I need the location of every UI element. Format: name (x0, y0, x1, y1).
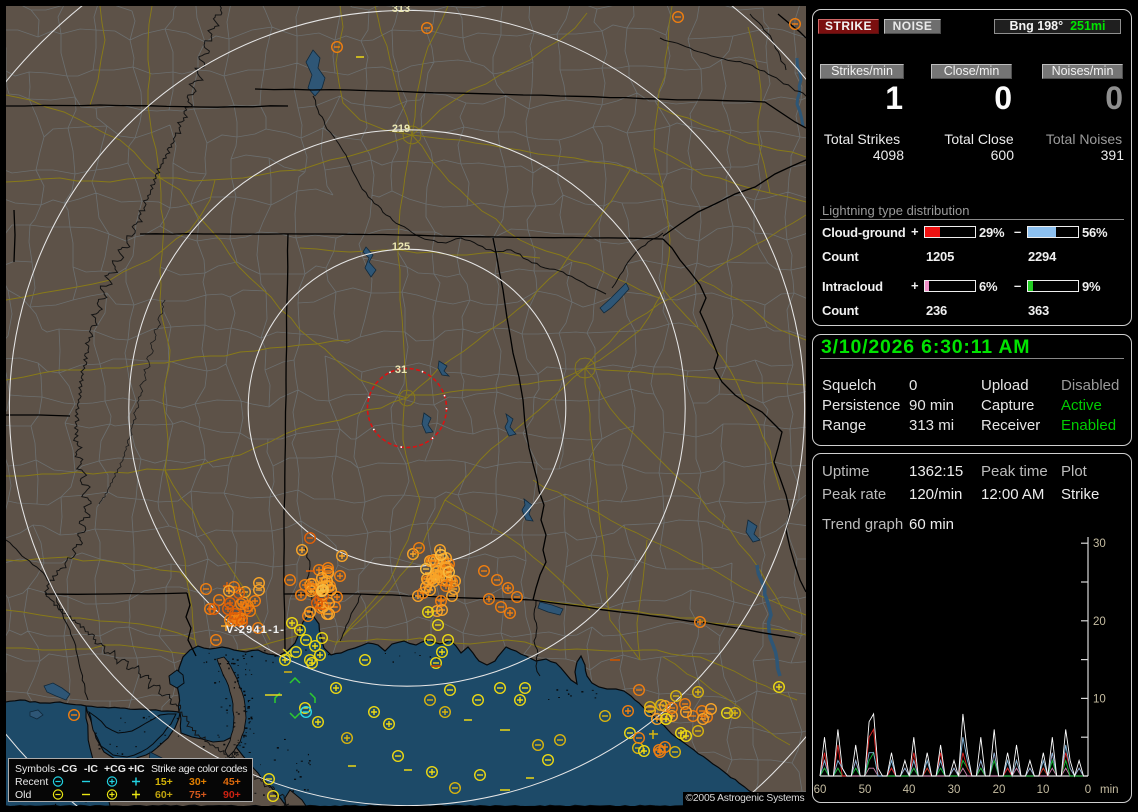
svg-text:-CG: -CG (58, 763, 77, 775)
svg-text:Old: Old (15, 789, 32, 801)
svg-text:30+: 30+ (189, 776, 207, 788)
svg-text:0: 0 (1085, 784, 1091, 796)
svg-text:+CG: +CG (104, 763, 126, 775)
svg-text:Recent: Recent (15, 776, 48, 788)
svg-text:90+: 90+ (223, 789, 241, 801)
svg-text:20: 20 (993, 784, 1006, 796)
svg-text:+IC: +IC (128, 763, 145, 775)
svg-text:31: 31 (395, 364, 407, 376)
svg-text:125: 125 (392, 241, 410, 253)
svg-text:60: 60 (814, 784, 827, 796)
svg-text:45+: 45+ (223, 776, 241, 788)
svg-text:Symbols: Symbols (15, 763, 55, 775)
svg-text:313: 313 (392, 6, 410, 15)
svg-text:30: 30 (1093, 538, 1106, 550)
svg-text:min: min (1100, 784, 1119, 796)
svg-text:Strike age color codes: Strike age color codes (151, 763, 247, 775)
svg-text:60+: 60+ (155, 789, 173, 801)
svg-text:75+: 75+ (189, 789, 207, 801)
svg-text:30: 30 (948, 784, 961, 796)
svg-text:20: 20 (1093, 616, 1106, 628)
svg-text:40: 40 (903, 784, 916, 796)
svg-text:50: 50 (859, 784, 872, 796)
svg-text:-IC: -IC (84, 763, 98, 775)
svg-text:10: 10 (1093, 693, 1106, 705)
svg-text:219: 219 (392, 123, 410, 135)
svg-text:15+: 15+ (155, 776, 173, 788)
svg-text:V-2941-1-: V-2941-1- (226, 624, 285, 636)
svg-text:10: 10 (1037, 784, 1050, 796)
